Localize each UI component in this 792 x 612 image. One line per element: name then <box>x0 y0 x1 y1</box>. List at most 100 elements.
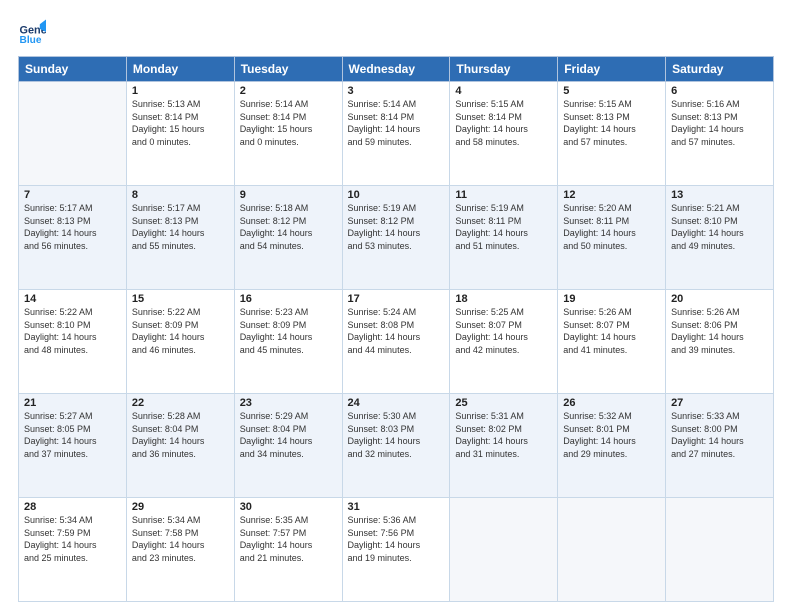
weekday-header-wednesday: Wednesday <box>342 57 450 82</box>
calendar-cell: 8Sunrise: 5:17 AMSunset: 8:13 PMDaylight… <box>126 186 234 290</box>
calendar-table: SundayMondayTuesdayWednesdayThursdayFrid… <box>18 56 774 602</box>
calendar-cell: 25Sunrise: 5:31 AMSunset: 8:02 PMDayligh… <box>450 394 558 498</box>
calendar-cell <box>450 498 558 602</box>
calendar-cell <box>666 498 774 602</box>
calendar-cell: 18Sunrise: 5:25 AMSunset: 8:07 PMDayligh… <box>450 290 558 394</box>
calendar-cell: 5Sunrise: 5:15 AMSunset: 8:13 PMDaylight… <box>558 82 666 186</box>
page-header: General Blue <box>18 18 774 46</box>
day-info: Sunrise: 5:31 AMSunset: 8:02 PMDaylight:… <box>455 410 552 460</box>
day-number: 13 <box>671 189 768 201</box>
calendar-cell: 23Sunrise: 5:29 AMSunset: 8:04 PMDayligh… <box>234 394 342 498</box>
day-number: 28 <box>24 501 121 513</box>
weekday-header-sunday: Sunday <box>19 57 127 82</box>
weekday-header-row: SundayMondayTuesdayWednesdayThursdayFrid… <box>19 57 774 82</box>
day-info: Sunrise: 5:23 AMSunset: 8:09 PMDaylight:… <box>240 306 337 356</box>
svg-text:Blue: Blue <box>20 35 42 46</box>
calendar-cell: 14Sunrise: 5:22 AMSunset: 8:10 PMDayligh… <box>19 290 127 394</box>
day-number: 29 <box>132 501 229 513</box>
calendar-cell: 11Sunrise: 5:19 AMSunset: 8:11 PMDayligh… <box>450 186 558 290</box>
day-info: Sunrise: 5:22 AMSunset: 8:09 PMDaylight:… <box>132 306 229 356</box>
day-info: Sunrise: 5:25 AMSunset: 8:07 PMDaylight:… <box>455 306 552 356</box>
day-info: Sunrise: 5:13 AMSunset: 8:14 PMDaylight:… <box>132 98 229 148</box>
calendar-cell <box>19 82 127 186</box>
weekday-header-thursday: Thursday <box>450 57 558 82</box>
calendar-week-row: 7 Sunrise: 5:17 AMSunset: 8:13 PMDaylight… <box>19 186 774 290</box>
day-number: 1 <box>132 85 229 97</box>
calendar-cell: 22Sunrise: 5:28 AMSunset: 8:04 PMDayligh… <box>126 394 234 498</box>
day-number: 15 <box>132 293 229 305</box>
calendar-week-row: 1Sunrise: 5:13 AMSunset: 8:14 PMDaylight… <box>19 82 774 186</box>
day-info: Sunrise: 5:15 AMSunset: 8:13 PMDaylight:… <box>563 98 660 148</box>
day-number: 20 <box>671 293 768 305</box>
day-number: 27 <box>671 397 768 409</box>
day-number: 21 <box>24 397 121 409</box>
day-info: Sunrise: 5:20 AMSunset: 8:11 PMDaylight:… <box>563 202 660 252</box>
day-info: Sunrise: 5:14 AMSunset: 8:14 PMDaylight:… <box>348 98 445 148</box>
calendar-cell: 27Sunrise: 5:33 AMSunset: 8:00 PMDayligh… <box>666 394 774 498</box>
day-info: Sunrise: 5:17 AMSunset: 8:13 PMDaylight:… <box>132 202 229 252</box>
day-number: 9 <box>240 189 337 201</box>
calendar-cell: 31Sunrise: 5:36 AMSunset: 7:56 PMDayligh… <box>342 498 450 602</box>
weekday-header-tuesday: Tuesday <box>234 57 342 82</box>
day-number: 25 <box>455 397 552 409</box>
day-info: Sunrise: 5:16 AMSunset: 8:13 PMDaylight:… <box>671 98 768 148</box>
calendar-week-row: 21Sunrise: 5:27 AMSunset: 8:05 PMDayligh… <box>19 394 774 498</box>
day-number: 19 <box>563 293 660 305</box>
day-info: Sunrise: 5:34 AMSunset: 7:58 PMDaylight:… <box>132 514 229 564</box>
day-number: 7 <box>24 189 121 201</box>
calendar-cell: 10Sunrise: 5:19 AMSunset: 8:12 PMDayligh… <box>342 186 450 290</box>
day-number: 11 <box>455 189 552 201</box>
weekday-header-monday: Monday <box>126 57 234 82</box>
day-info: Sunrise: 5:35 AMSunset: 7:57 PMDaylight:… <box>240 514 337 564</box>
calendar-cell: 7Sunrise: 5:17 AMSunset: 8:13 PMDaylight… <box>19 186 127 290</box>
calendar-week-row: 28Sunrise: 5:34 AMSunset: 7:59 PMDayligh… <box>19 498 774 602</box>
day-number: 5 <box>563 85 660 97</box>
day-number: 3 <box>348 85 445 97</box>
logo: General Blue <box>18 18 46 46</box>
day-number: 4 <box>455 85 552 97</box>
calendar-cell: 28Sunrise: 5:34 AMSunset: 7:59 PMDayligh… <box>19 498 127 602</box>
day-info: Sunrise: 5:26 AMSunset: 8:06 PMDaylight:… <box>671 306 768 356</box>
day-info: Sunrise: 5:18 AMSunset: 8:12 PMDaylight:… <box>240 202 337 252</box>
day-info: Sunrise: 5:28 AMSunset: 8:04 PMDaylight:… <box>132 410 229 460</box>
day-number: 22 <box>132 397 229 409</box>
day-number: 18 <box>455 293 552 305</box>
calendar-cell: 29Sunrise: 5:34 AMSunset: 7:58 PMDayligh… <box>126 498 234 602</box>
day-number: 24 <box>348 397 445 409</box>
day-info: Sunrise: 5:26 AMSunset: 8:07 PMDaylight:… <box>563 306 660 356</box>
calendar-cell: 19Sunrise: 5:26 AMSunset: 8:07 PMDayligh… <box>558 290 666 394</box>
day-number: 14 <box>24 293 121 305</box>
calendar-cell: 15Sunrise: 5:22 AMSunset: 8:09 PMDayligh… <box>126 290 234 394</box>
calendar-cell: 16Sunrise: 5:23 AMSunset: 8:09 PMDayligh… <box>234 290 342 394</box>
day-info: Sunrise: 5:33 AMSunset: 8:00 PMDaylight:… <box>671 410 768 460</box>
day-info: Sunrise: 5:22 AMSunset: 8:10 PMDaylight:… <box>24 306 121 356</box>
day-info: Sunrise: 5:19 AMSunset: 8:12 PMDaylight:… <box>348 202 445 252</box>
calendar-cell <box>558 498 666 602</box>
calendar-cell: 9Sunrise: 5:18 AMSunset: 8:12 PMDaylight… <box>234 186 342 290</box>
calendar-cell: 1Sunrise: 5:13 AMSunset: 8:14 PMDaylight… <box>126 82 234 186</box>
weekday-header-saturday: Saturday <box>666 57 774 82</box>
calendar-cell: 26Sunrise: 5:32 AMSunset: 8:01 PMDayligh… <box>558 394 666 498</box>
day-info: Sunrise: 5:34 AMSunset: 7:59 PMDaylight:… <box>24 514 121 564</box>
calendar-cell: 13Sunrise: 5:21 AMSunset: 8:10 PMDayligh… <box>666 186 774 290</box>
day-number: 6 <box>671 85 768 97</box>
day-info: Sunrise: 5:15 AMSunset: 8:14 PMDaylight:… <box>455 98 552 148</box>
calendar-cell: 20Sunrise: 5:26 AMSunset: 8:06 PMDayligh… <box>666 290 774 394</box>
calendar-cell: 6Sunrise: 5:16 AMSunset: 8:13 PMDaylight… <box>666 82 774 186</box>
day-info: Sunrise: 5:29 AMSunset: 8:04 PMDaylight:… <box>240 410 337 460</box>
day-info: Sunrise: 5:30 AMSunset: 8:03 PMDaylight:… <box>348 410 445 460</box>
calendar-cell: 3Sunrise: 5:14 AMSunset: 8:14 PMDaylight… <box>342 82 450 186</box>
day-number: 23 <box>240 397 337 409</box>
weekday-header-friday: Friday <box>558 57 666 82</box>
day-info: Sunrise: 5:19 AMSunset: 8:11 PMDaylight:… <box>455 202 552 252</box>
day-info: Sunrise: 5:32 AMSunset: 8:01 PMDaylight:… <box>563 410 660 460</box>
calendar-week-row: 14Sunrise: 5:22 AMSunset: 8:10 PMDayligh… <box>19 290 774 394</box>
day-number: 2 <box>240 85 337 97</box>
day-info: Sunrise: 5:36 AMSunset: 7:56 PMDaylight:… <box>348 514 445 564</box>
calendar-cell: 12Sunrise: 5:20 AMSunset: 8:11 PMDayligh… <box>558 186 666 290</box>
day-number: 30 <box>240 501 337 513</box>
day-info: Sunrise: 5:21 AMSunset: 8:10 PMDaylight:… <box>671 202 768 252</box>
day-number: 26 <box>563 397 660 409</box>
calendar-cell: 30Sunrise: 5:35 AMSunset: 7:57 PMDayligh… <box>234 498 342 602</box>
day-number: 8 <box>132 189 229 201</box>
